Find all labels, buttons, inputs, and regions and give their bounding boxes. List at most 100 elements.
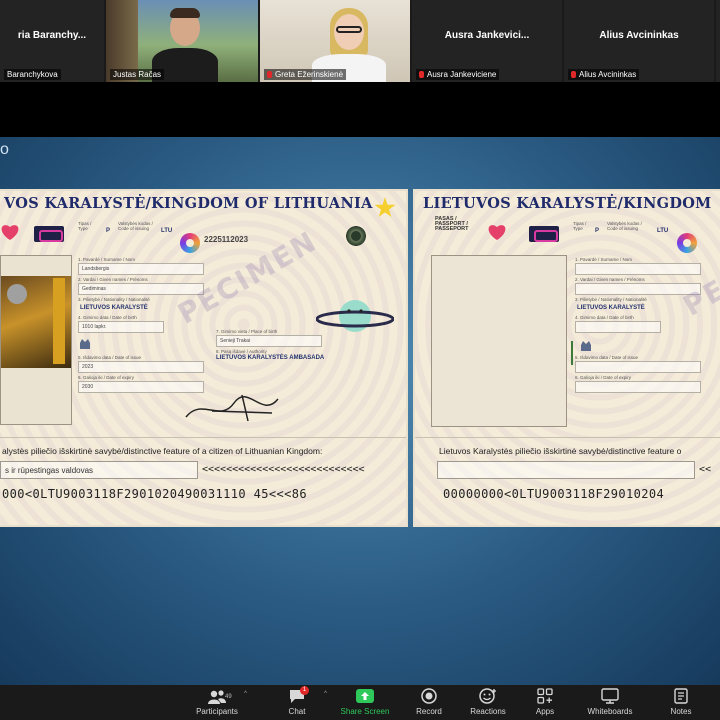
field-label-code: Valstybės kodas / Code of issuing	[118, 221, 153, 231]
whiteboard-icon	[600, 688, 620, 706]
apps-button[interactable]: Apps	[512, 687, 578, 720]
glasses-icon	[336, 26, 362, 33]
surname-field: Landsbergis	[78, 263, 204, 275]
sword-shape	[53, 278, 65, 364]
flag-emblem-icon	[34, 226, 64, 242]
date-of-birth-field: 1010 lapkr.	[78, 321, 164, 333]
participant-gallery: ria Baranchy... Baranchykova Justas Rača…	[0, 0, 720, 82]
machine-readable-zone: 000<0LTU9003118F2901020490031110 45<<<86	[2, 487, 307, 501]
participant-nametag: Alius Avcininkas	[568, 69, 640, 80]
shared-screen: o VOS KARALYSTĖ/KINGDOM OF LITHUANIA Tip…	[0, 82, 720, 685]
field-label-code: Valstybės kodas / Code of issuing	[607, 221, 642, 231]
field-label-surname: 1. Pavardė / Surname / Nom	[78, 257, 136, 262]
share-screen-button[interactable]: Share Screen	[332, 687, 398, 720]
passport-card-specimen: VOS KARALYSTĖ/KINGDOM OF LITHUANIA Tipas…	[0, 189, 408, 527]
participants-icon: 49	[207, 688, 232, 706]
passport-header-label: PASAS / PASSPORT / PASSEPORT	[435, 216, 469, 232]
country-code: LTU	[657, 228, 669, 234]
field-label-type: Tipas / Type	[78, 221, 92, 231]
record-label: Record	[416, 707, 442, 716]
distinctive-feature-heading: alystės piliečio išskirtinė savybė/disti…	[2, 446, 323, 456]
nationality-value: LIETUVOS KARALYSTĖ	[80, 305, 148, 311]
participant-nametag: Baranchykova	[4, 69, 61, 80]
field-label-type: Tipas / Type	[573, 221, 587, 231]
card-divider	[0, 437, 406, 438]
chevron-up-icon[interactable]: ^	[324, 691, 327, 697]
type-code: P	[595, 228, 600, 234]
participant-tile[interactable]: ria Baranchy... Baranchykova	[0, 0, 104, 82]
record-button[interactable]: Record	[396, 687, 462, 720]
whiteboards-button[interactable]: Whiteboards	[577, 687, 643, 720]
specimen-watermark: PE	[677, 272, 720, 323]
participants-label: Participants	[196, 707, 238, 716]
apps-grid-icon	[535, 688, 555, 706]
participant-name: Ausra Jankevici...	[444, 30, 530, 41]
passport-card-blank: LIETUVOS KARALYSTĖ/KINGDOM PASAS / PASSP…	[413, 189, 720, 527]
field-label-name: 2. Vardai / Given names / Prénoms	[78, 277, 148, 282]
participant-name: Alius Avcininkas	[599, 30, 679, 41]
field-label-doi: 5. Išdavimo data / Date of issue	[78, 355, 142, 360]
field-label-dob: 4. Gimimo data / Date of birth	[78, 315, 137, 320]
heart-icon	[488, 225, 506, 240]
muted-mic-icon	[571, 71, 576, 78]
participants-count: 49	[225, 694, 232, 700]
apps-label: Apps	[535, 707, 555, 716]
slide-title: o	[0, 141, 9, 158]
hologram-swirl-icon	[180, 233, 200, 253]
authority-value: LIETUVOS KARALYSTĖS AMBASADA	[216, 355, 325, 361]
field-label-authority: 8. Pasą išdavė / Authority	[216, 349, 267, 354]
participants-button[interactable]: 49 Participants ^	[184, 687, 250, 720]
participant-tile[interactable]: Ausra Jankevici... Ausra Jankeviciene	[412, 0, 562, 82]
notes-label: Notes	[670, 707, 692, 716]
smiley-plus-icon	[478, 688, 498, 706]
chat-button[interactable]: 1 Chat ^	[264, 686, 330, 720]
heart-icon	[1, 225, 19, 240]
distinctive-feature-field	[437, 461, 695, 479]
muted-mic-icon	[267, 71, 272, 78]
share-screen-label: Share Screen	[340, 707, 390, 716]
field-label-dob: 4. Gimimo data / Date of birth	[575, 315, 634, 320]
date-of-issue-field	[575, 361, 701, 373]
date-of-expiry-field	[575, 381, 701, 393]
chevron-up-icon[interactable]: ^	[244, 691, 247, 697]
participant-nametag: Ausra Jankeviciene	[416, 69, 500, 80]
participant-video-tile[interactable]: Justas Račas	[106, 0, 258, 82]
chat-label: Chat	[288, 707, 306, 716]
nationality-value: LIETUVOS KARALYSTĖ	[577, 305, 645, 311]
passport-number: 2225112023	[204, 235, 249, 244]
field-label-surname: 1. Pavardė / Surname / Nom	[575, 257, 633, 262]
chat-unread-badge: 1	[300, 686, 309, 695]
flag-emblem-icon	[529, 226, 559, 242]
whiteboards-label: Whiteboards	[587, 707, 633, 716]
mrz-chevrons: <<<<<<<<<<<<<<<<<<<<<<<<<<<	[202, 464, 365, 475]
participant-name: ria Baranchy...	[17, 30, 87, 41]
country-code: LTU	[161, 228, 173, 234]
seal-emblem-icon	[344, 225, 368, 247]
date-of-birth-field	[575, 321, 661, 333]
hologram-swirl-icon	[677, 233, 697, 253]
participant-tile[interactable]: Alius Avcininkas Alius Avcininkas	[564, 0, 714, 82]
muted-mic-icon	[419, 71, 424, 78]
holder-photo-blank	[431, 255, 567, 427]
notes-button[interactable]: Notes	[648, 687, 714, 720]
field-label-doe: 6. Galioja iki / Date of expiry	[78, 375, 135, 380]
share-screen-icon	[355, 688, 375, 706]
type-code: P	[106, 228, 111, 234]
distinctive-feature-heading: Lietuvos Karalystės piliečio išskirtinė …	[439, 446, 682, 456]
helmet-shape	[7, 284, 27, 304]
meeting-toolbar: 49 Participants ^ 1 Chat ^ Share Screen …	[0, 685, 720, 720]
holder-photo	[0, 255, 72, 425]
field-label-doi: 5. Išdavimo data / Date of issue	[575, 355, 639, 360]
crown-icon	[581, 341, 591, 351]
chat-icon: 1	[287, 686, 309, 706]
field-label-nationality: 3. Pilietybė / Nationality / Nationalité	[78, 297, 150, 302]
signature-graphic	[185, 394, 279, 422]
field-label-pob: 7. Gimimo vieta / Place of birth	[216, 329, 278, 334]
passport-card-title: VOS KARALYSTĖ/KINGDOM OF LITHUANIA	[4, 195, 373, 212]
participant-video-tile[interactable]: Greta Ežerinskienė	[260, 0, 410, 82]
crown-icon	[80, 339, 90, 349]
participant-nametag: Greta Ežerinskienė	[264, 69, 347, 80]
field-label-name: 2. Vardai / Given names / Prénoms	[575, 277, 645, 282]
person-hair	[170, 8, 200, 18]
surname-field	[575, 263, 701, 275]
